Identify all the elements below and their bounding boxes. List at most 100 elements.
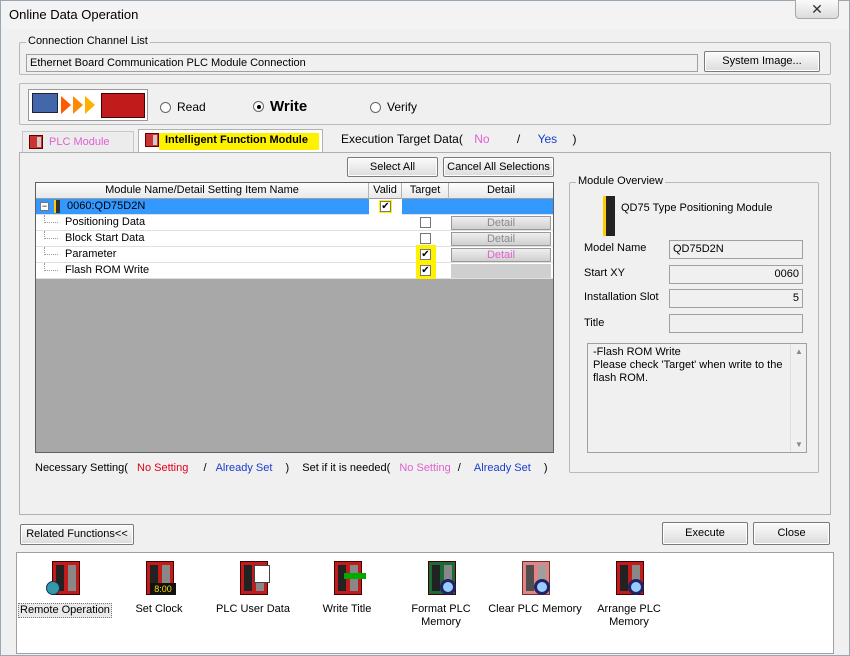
overview-note-line2: Please check 'Target' when write to the — [593, 359, 783, 371]
cancel-all-selections-button[interactable]: Cancel All Selections — [443, 157, 554, 177]
write-title-icon — [328, 559, 366, 599]
remote-operation-tool[interactable]: Remote Operation — [18, 559, 112, 618]
header-module-name: Module Name/Detail Setting Item Name — [36, 183, 369, 199]
module-valid-checkbox[interactable] — [380, 201, 391, 212]
connection-channel-field: Ethernet Board Communication PLC Module … — [26, 54, 698, 72]
item-name: Flash ROM Write — [65, 264, 150, 276]
tool-label: PLC User Data — [216, 603, 290, 615]
legend-close: ) — [285, 462, 290, 474]
execution-target-yes: Yes — [537, 132, 558, 146]
tab-intelligent-function-module[interactable]: Intelligent Function Module — [138, 129, 323, 153]
header-valid: Valid — [369, 183, 402, 199]
tree-line — [44, 231, 58, 239]
arrange-plc-memory-icon — [610, 559, 648, 599]
installation-slot-label: Installation Slot — [584, 291, 659, 303]
read-radio[interactable]: Read — [160, 100, 206, 114]
detail-button[interactable]: Detail — [451, 232, 551, 246]
table-row[interactable]: Flash ROM Write — [36, 261, 553, 279]
overview-note-line3: flash ROM. — [593, 372, 649, 384]
execute-button[interactable]: Execute — [662, 522, 748, 545]
plc-user-data-tool[interactable]: PLC User Data — [211, 559, 295, 616]
verify-radio-dot[interactable] — [370, 101, 381, 113]
tab-plc-module-label: PLC Module — [49, 136, 110, 148]
tab-plc-module[interactable]: PLC Module — [22, 131, 134, 153]
execution-target-data: Execution Target Data( No / Yes ) — [341, 132, 577, 146]
grid-header: Module Name/Detail Setting Item Name Val… — [36, 183, 553, 199]
target-checkbox[interactable] — [420, 249, 431, 260]
close-button[interactable]: Close — [753, 522, 830, 545]
item-name: Block Start Data — [65, 232, 145, 244]
write-label: Write — [270, 98, 308, 115]
execution-target-no: No — [474, 132, 490, 146]
select-all-button[interactable]: Select All — [347, 157, 438, 177]
item-name: Positioning Data — [65, 216, 146, 228]
window-close-button[interactable]: ✕ — [795, 0, 839, 19]
model-name-label: Model Name — [584, 242, 647, 254]
execution-target-close: ) — [572, 132, 577, 146]
target-checkbox[interactable] — [420, 233, 431, 244]
title-bar: Online Data Operation ✕ — [1, 0, 849, 29]
item-name: Parameter — [65, 248, 117, 260]
module-grid: Module Name/Detail Setting Item Name Val… — [35, 182, 554, 453]
clear-plc-memory-tool[interactable]: Clear PLC Memory — [488, 559, 582, 616]
remote-operation-icon — [46, 559, 84, 599]
intelligent-module-icon — [145, 133, 159, 147]
setting-legend: Necessary Setting( No Setting / Already … — [35, 462, 548, 474]
plc-connection-icon — [28, 89, 148, 121]
tree-line — [44, 263, 58, 271]
legend-slash-2: / — [457, 462, 461, 474]
set-if-needed-label: Set if it is needed( — [302, 462, 391, 474]
title-field — [669, 314, 803, 333]
target-checkbox[interactable] — [420, 217, 431, 228]
start-xy-field: 0060 — [669, 265, 803, 284]
online-data-operation-window: Online Data Operation ✕ Connection Chann… — [0, 0, 850, 656]
write-radio-dot[interactable] — [253, 101, 264, 112]
no-setting-optional-legend: No Setting — [399, 462, 451, 474]
system-image-button[interactable]: System Image... — [704, 51, 820, 72]
module-row[interactable]: − 0060:QD75D2N — [36, 199, 553, 215]
detail-button[interactable]: Detail — [451, 248, 551, 262]
tool-label: Format PLC — [411, 603, 471, 615]
scroll-down-icon[interactable]: ▼ — [795, 440, 803, 449]
clock-display: 8:00 — [150, 583, 176, 595]
installation-slot-field: 5 — [669, 289, 803, 308]
verify-radio[interactable]: Verify — [370, 100, 417, 114]
format-plc-memory-tool[interactable]: Format PLC Memory — [401, 559, 481, 629]
set-clock-icon: 8:00 — [140, 559, 178, 599]
set-clock-tool[interactable]: 8:00 Set Clock — [123, 559, 195, 616]
start-xy-label: Start XY — [584, 267, 625, 279]
plc-user-data-icon — [234, 559, 272, 599]
write-radio[interactable]: Write — [253, 98, 307, 115]
related-functions-button[interactable]: Related Functions<< — [20, 524, 134, 545]
write-title-tool[interactable]: Write Title — [309, 559, 385, 616]
tree-line — [44, 215, 58, 223]
tool-label: Write Title — [322, 603, 372, 615]
tool-label-line2: Memory — [421, 616, 461, 628]
scroll-up-icon[interactable]: ▲ — [795, 347, 803, 356]
tree-line — [44, 247, 58, 255]
tool-label: Set Clock — [135, 603, 183, 615]
target-checkbox[interactable] — [420, 265, 431, 276]
plc-module-icon — [29, 135, 43, 149]
window-title: Online Data Operation — [9, 7, 139, 22]
model-name-field: QD75D2N — [669, 240, 803, 259]
collapse-icon[interactable]: − — [40, 202, 49, 211]
module-description: QD75 Type Positioning Module — [621, 202, 773, 214]
format-plc-memory-icon — [422, 559, 460, 599]
table-row[interactable]: Positioning Data Detail — [36, 215, 553, 231]
already-set-optional-legend: Already Set — [473, 462, 531, 474]
clear-plc-memory-icon — [516, 559, 554, 599]
verify-label: Verify — [387, 100, 418, 114]
overview-note-line1: -Flash ROM Write — [593, 346, 681, 358]
table-row[interactable]: Parameter Detail — [36, 245, 553, 263]
module-overview-label: Module Overview — [576, 175, 665, 187]
module-name: 0060:QD75D2N — [67, 200, 146, 212]
legend-slash: / — [203, 462, 207, 474]
detail-button[interactable]: Detail — [451, 216, 551, 230]
arrange-plc-memory-tool[interactable]: Arrange PLC Memory — [591, 559, 667, 629]
module-image-icon — [603, 196, 615, 236]
read-label: Read — [177, 100, 206, 114]
read-radio-dot[interactable] — [160, 101, 171, 113]
table-row[interactable]: Block Start Data Detail — [36, 231, 553, 247]
note-scrollbar[interactable]: ▲ ▼ — [790, 344, 806, 452]
